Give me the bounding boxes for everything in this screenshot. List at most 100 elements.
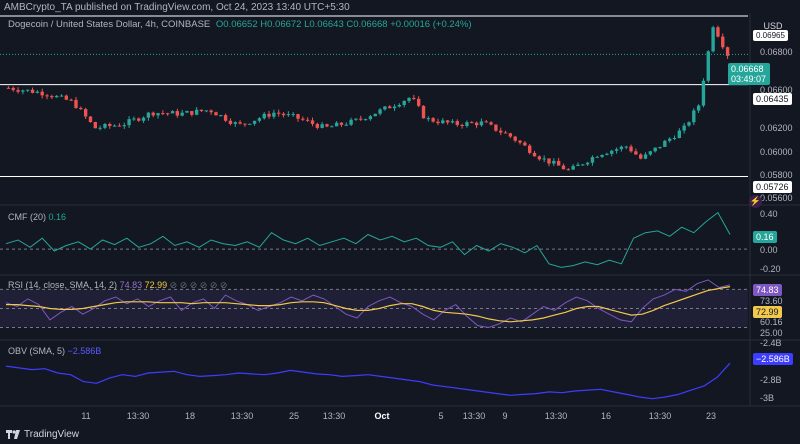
obv-tick: -2.4B <box>760 338 782 348</box>
candle-body <box>658 146 662 148</box>
candle-body <box>325 124 329 127</box>
candle-body <box>378 109 382 114</box>
candle-body <box>248 123 252 125</box>
candle-body <box>561 165 566 170</box>
candle-body <box>344 124 348 126</box>
candle-body <box>643 154 648 159</box>
candle-body <box>233 122 237 124</box>
candle-body <box>518 140 522 143</box>
candle-body <box>98 127 102 129</box>
candle-body <box>537 156 542 160</box>
obv-legend: OBV (SMA, 5) −2.586B <box>8 346 101 356</box>
x-tick: 25 <box>288 411 300 421</box>
obv-tick: -2.8B <box>760 375 782 385</box>
candle-body <box>83 109 88 117</box>
candle-body <box>170 111 175 114</box>
candle-body <box>600 154 604 157</box>
candle-body <box>281 113 286 116</box>
candle-body <box>310 120 315 124</box>
candle-body <box>508 133 513 137</box>
candle-body <box>383 106 387 110</box>
cmf-value-tag: 0.16 <box>753 231 777 243</box>
candle-body <box>228 120 233 124</box>
candle-body <box>151 112 155 116</box>
candle-body <box>117 125 122 127</box>
x-tick: 13:30 <box>322 411 346 421</box>
candle-body <box>716 27 720 37</box>
cmf-tick: 0.40 <box>760 209 778 219</box>
candle-body <box>416 98 421 106</box>
candle-body <box>262 113 266 119</box>
candle-body <box>54 95 59 98</box>
candle-body <box>339 122 344 125</box>
candle-body <box>209 110 213 113</box>
candle-body <box>619 146 624 150</box>
candle-body <box>146 112 151 118</box>
candle-body <box>441 120 445 124</box>
current-price: 0.06668 <box>731 64 764 74</box>
candle-body <box>566 169 570 171</box>
candle-body <box>291 114 295 116</box>
x-tick: 13:30 <box>126 411 150 421</box>
candle-body <box>552 160 556 164</box>
current-price-tag: 0.06668 03:49:07 <box>728 63 770 85</box>
top-level-tag: 0.06965 <box>753 30 788 41</box>
x-tick: 5 <box>438 411 444 421</box>
lightning-icon[interactable]: ⚡ <box>749 195 762 208</box>
candle-body <box>11 87 15 91</box>
candle-body <box>503 132 508 134</box>
candle-body <box>455 121 459 125</box>
candle-body <box>214 112 218 116</box>
candle-body <box>301 118 305 120</box>
candle-body <box>605 153 609 155</box>
x-tick: 23 <box>705 411 717 421</box>
candle-body <box>6 87 11 89</box>
candle-body <box>460 124 464 126</box>
candle-body <box>663 140 667 147</box>
candle-body <box>470 122 474 124</box>
candle-body <box>127 119 131 126</box>
candle-body <box>194 109 199 115</box>
price-tick: 0.06000 <box>760 147 793 157</box>
candle-body <box>363 119 368 121</box>
candle-body <box>359 118 363 120</box>
obv-line <box>5 362 731 400</box>
x-tick: 13:30 <box>462 411 486 421</box>
candle-body <box>108 123 112 127</box>
candle-body <box>397 104 402 107</box>
chart-canvas[interactable] <box>0 0 800 444</box>
candle-body <box>74 99 78 108</box>
candle-body <box>315 123 320 128</box>
candle-body <box>35 91 40 93</box>
price-tick: 0.06800 <box>760 47 793 57</box>
candle-body <box>112 125 117 127</box>
candle-body <box>296 114 300 119</box>
bar-countdown: 03:49:07 <box>731 74 767 84</box>
candle-body <box>450 121 455 123</box>
x-tick: 11 <box>81 411 91 421</box>
candle-body <box>354 118 358 120</box>
x-tick: 13:30 <box>648 411 672 421</box>
brand-text: TradingView <box>24 429 80 440</box>
candle-body <box>431 118 435 122</box>
candle-body <box>243 123 247 125</box>
resistance-tag: 0.06435 <box>753 93 792 105</box>
candle-body <box>590 157 595 163</box>
tradingview-logo[interactable]: TradingView <box>6 429 79 440</box>
candle-body <box>528 145 532 153</box>
rsi-legend: RSI (14, close, SMA, 14, 2) 74.83 72.99 … <box>8 280 227 291</box>
candle-body <box>595 156 599 158</box>
candle-body <box>701 80 706 106</box>
candle-body <box>436 121 440 124</box>
candle-body <box>79 107 83 110</box>
candle-body <box>696 105 701 111</box>
rsi-ma-value: 72.99 <box>144 280 168 290</box>
candle-body <box>412 97 416 99</box>
candle-body <box>286 114 291 116</box>
rsi-value-tag: 74.83 <box>753 284 782 296</box>
candle-body <box>547 158 551 164</box>
candle-body <box>93 122 97 129</box>
candle-body <box>185 111 189 113</box>
candle-body <box>402 100 406 105</box>
candle-body <box>161 113 165 115</box>
